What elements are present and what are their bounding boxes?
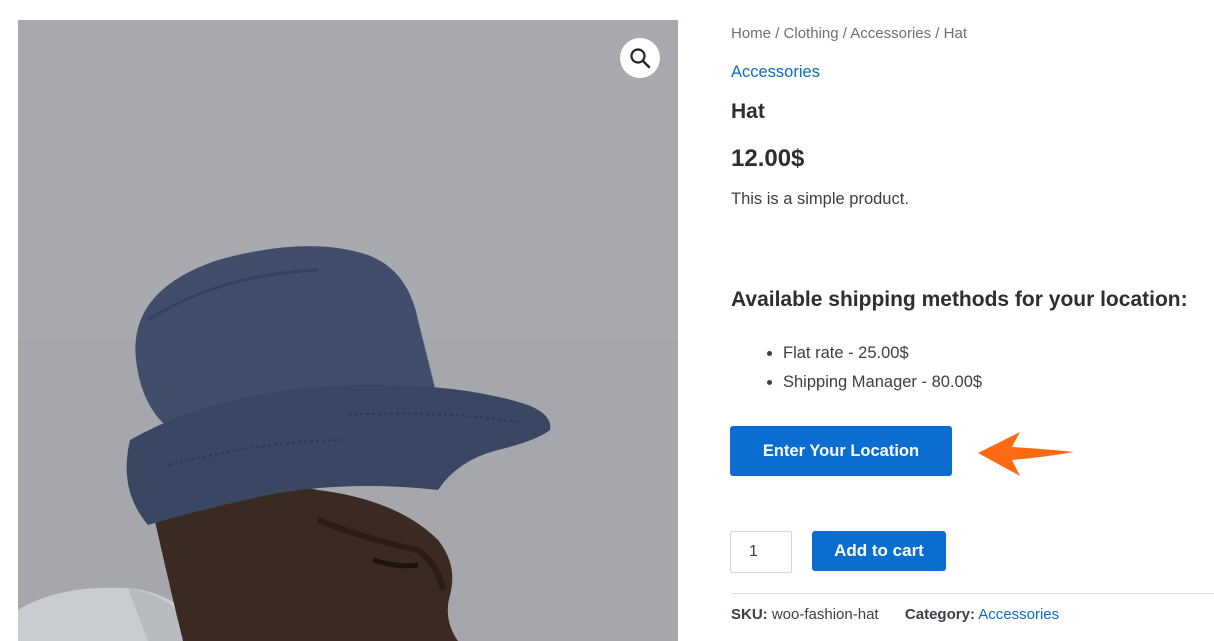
breadcrumb-separator: /	[935, 25, 940, 42]
sku-value: woo-fashion-hat	[771, 606, 879, 623]
zoom-button[interactable]	[620, 38, 660, 78]
product-short-description: This is a simple product.	[731, 190, 909, 208]
shipping-method-item: Shipping Manager - 80.00$	[783, 368, 982, 397]
product-photo	[18, 20, 678, 641]
breadcrumb-separator: /	[775, 25, 780, 42]
shipping-method-item: Flat rate - 25.00$	[783, 339, 982, 368]
magnifier-icon	[630, 48, 651, 69]
breadcrumb-separator: /	[842, 25, 847, 42]
breadcrumb-clothing[interactable]: Clothing	[784, 25, 839, 42]
product-category-link[interactable]: Accessories	[731, 63, 820, 82]
category-label: Category:	[904, 606, 975, 623]
shipping-methods-list: Flat rate - 25.00$ Shipping Manager - 80…	[731, 339, 982, 397]
product-price: 12.00$	[731, 145, 805, 172]
arrow-left-icon	[978, 432, 1074, 476]
add-to-cart-button[interactable]: Add to cart	[812, 531, 946, 571]
breadcrumb-accessories[interactable]: Accessories	[850, 25, 931, 42]
meta-category-link[interactable]: Accessories	[978, 606, 1059, 623]
quantity-input[interactable]	[730, 531, 792, 573]
sku-label: SKU:	[731, 606, 768, 623]
shipping-methods-heading: Available shipping methods for your loca…	[731, 288, 1188, 311]
product-meta: SKU: woo-fashion-hat Category: Accessori…	[731, 606, 1059, 623]
enter-location-button[interactable]: Enter Your Location	[730, 426, 952, 476]
product-gallery-image[interactable]	[18, 20, 678, 641]
breadcrumb-home[interactable]: Home	[731, 25, 771, 42]
breadcrumb-current: Hat	[943, 25, 967, 42]
divider	[731, 593, 1214, 594]
product-title: Hat	[731, 100, 765, 123]
breadcrumb: Home / Clothing / Accessories / Hat	[731, 25, 967, 42]
